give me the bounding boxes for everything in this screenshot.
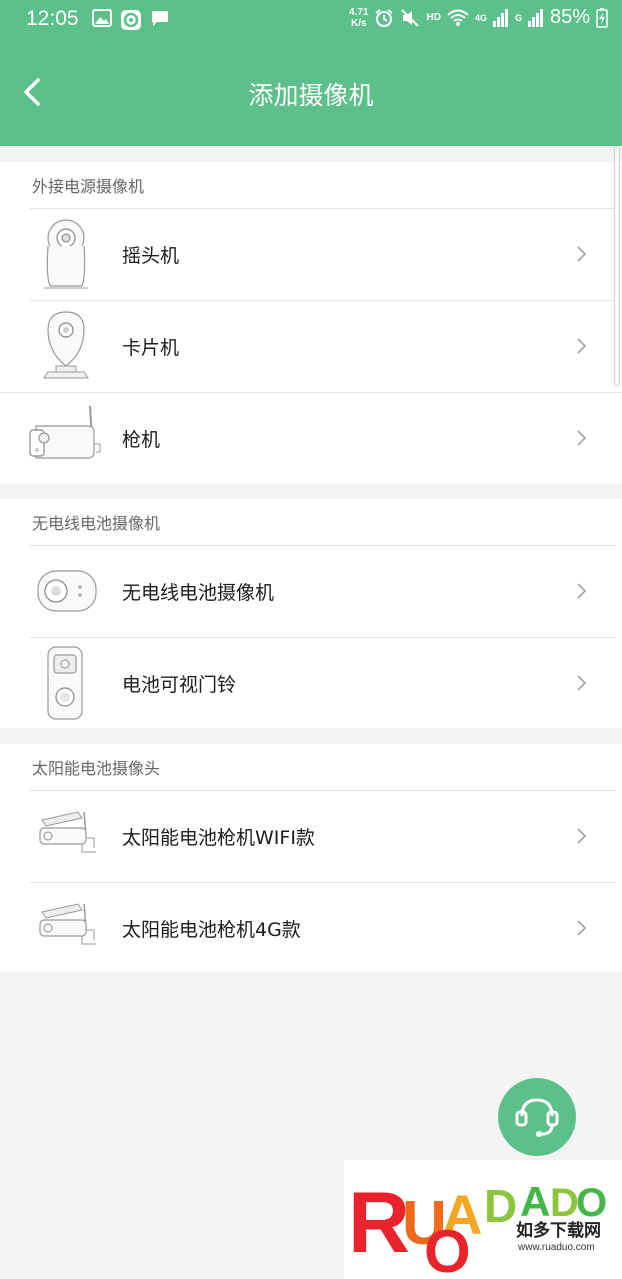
speed-value: 4.71 xyxy=(349,6,369,18)
chevron-right-icon xyxy=(577,675,587,691)
svg-text:O: O xyxy=(424,1218,471,1279)
gallery-icon xyxy=(92,9,112,27)
mute-icon xyxy=(401,8,420,27)
app-header: 12:05 4.71 K/s HD 4G G 85% 添加摄像机 xyxy=(0,0,622,146)
battery-camera-icon xyxy=(37,570,97,612)
signal-4g-label: 4G xyxy=(474,12,487,23)
divider xyxy=(30,545,616,546)
svg-text:D: D xyxy=(550,1181,579,1225)
page-title: 添加摄像机 xyxy=(248,81,374,110)
list-item-battery-camera[interactable]: 无电线电池摄像机 xyxy=(0,545,622,637)
list-item-card-camera[interactable]: 卡片机 xyxy=(0,300,622,392)
battery-percent: 85% xyxy=(549,6,590,28)
signal-bars-icon xyxy=(527,8,543,27)
pan-tilt-camera-icon xyxy=(44,219,88,289)
status-bar: 12:05 4.71 K/s HD 4G G 85% xyxy=(0,0,622,40)
wifi-icon xyxy=(447,9,469,26)
chevron-right-icon xyxy=(577,430,587,446)
divider xyxy=(30,637,616,638)
solar-bullet-camera-icon xyxy=(39,903,96,945)
chevron-right-icon xyxy=(577,338,587,354)
customer-support-button[interactable] xyxy=(498,1078,576,1156)
bullet-camera-icon xyxy=(29,405,101,459)
ruanduo-logo: R U A O D A D O 如多下载网 www.ruaduo.com xyxy=(348,1175,607,1279)
section-battery-camera: 无电线电池摄像机 无电线电池摄像机 电池可视门铃 xyxy=(0,499,622,728)
row-label: 太阳能电池枪机4G款 xyxy=(122,918,301,941)
row-label: 太阳能电池枪机WIFI款 xyxy=(122,826,315,849)
list-item-pan-tilt[interactable]: 摇头机 xyxy=(0,208,622,300)
row-label: 枪机 xyxy=(122,428,161,451)
signal-g-label: G xyxy=(514,12,522,23)
video-doorbell-icon xyxy=(47,646,83,720)
status-time: 12:05 xyxy=(26,7,79,30)
list-item-bullet-camera[interactable]: 枪机 xyxy=(0,392,622,484)
svg-text:R: R xyxy=(348,1175,410,1271)
hd-indicator: HD xyxy=(426,12,441,23)
svg-text:www.ruaduo.com: www.ruaduo.com xyxy=(517,1242,595,1253)
watermark-logo: R U A O D A D O 如多下载网 www.ruaduo.com xyxy=(344,1160,622,1279)
svg-text:如多下载网: 如多下载网 xyxy=(516,1220,601,1241)
row-label: 电池可视门铃 xyxy=(122,673,237,696)
alarm-icon xyxy=(375,8,394,27)
row-label: 无电线电池摄像机 xyxy=(122,581,275,604)
section-title: 太阳能电池摄像头 xyxy=(32,759,161,778)
section-external-power: 外接电源摄像机 摇头机 卡片机 枪机 xyxy=(0,162,622,484)
scroll-indicator[interactable] xyxy=(614,146,620,386)
solar-bullet-camera-icon xyxy=(39,811,96,853)
divider xyxy=(30,300,616,301)
section-title: 无电线电池摄像机 xyxy=(32,514,161,533)
chevron-right-icon xyxy=(577,246,587,262)
signal-bars-icon xyxy=(492,8,508,27)
svg-text:A: A xyxy=(520,1178,550,1225)
row-label: 卡片机 xyxy=(122,336,180,359)
status-right: 4.71 K/s HD 4G G 85% xyxy=(349,6,608,29)
row-label: 摇头机 xyxy=(122,244,180,267)
list-item-video-doorbell[interactable]: 电池可视门铃 xyxy=(0,637,622,729)
chevron-right-icon xyxy=(577,920,587,936)
app-notification-icon xyxy=(121,10,141,30)
divider xyxy=(30,790,616,791)
divider xyxy=(30,882,616,883)
message-icon xyxy=(152,11,168,26)
list-item-solar-4g[interactable]: 太阳能电池枪机4G款 xyxy=(0,882,622,974)
section-title: 外接电源摄像机 xyxy=(32,177,145,196)
status-notification-icons xyxy=(92,9,170,31)
chevron-right-icon xyxy=(577,828,587,844)
battery-charging-icon xyxy=(596,7,608,28)
chevron-right-icon xyxy=(577,583,587,599)
divider xyxy=(30,208,616,209)
speed-unit: K/s xyxy=(350,17,367,29)
headset-icon xyxy=(515,1098,559,1137)
divider xyxy=(0,392,622,393)
section-solar-camera: 太阳能电池摄像头 太阳能电池枪机WIFI款 太阳能电池枪机4G款 xyxy=(0,744,622,972)
network-speed: 4.71 K/s xyxy=(349,7,368,29)
list-item-solar-wifi[interactable]: 太阳能电池枪机WIFI款 xyxy=(0,790,622,882)
svg-text:D: D xyxy=(484,1180,517,1232)
svg-text:O: O xyxy=(576,1181,607,1225)
card-camera-icon xyxy=(43,311,89,379)
